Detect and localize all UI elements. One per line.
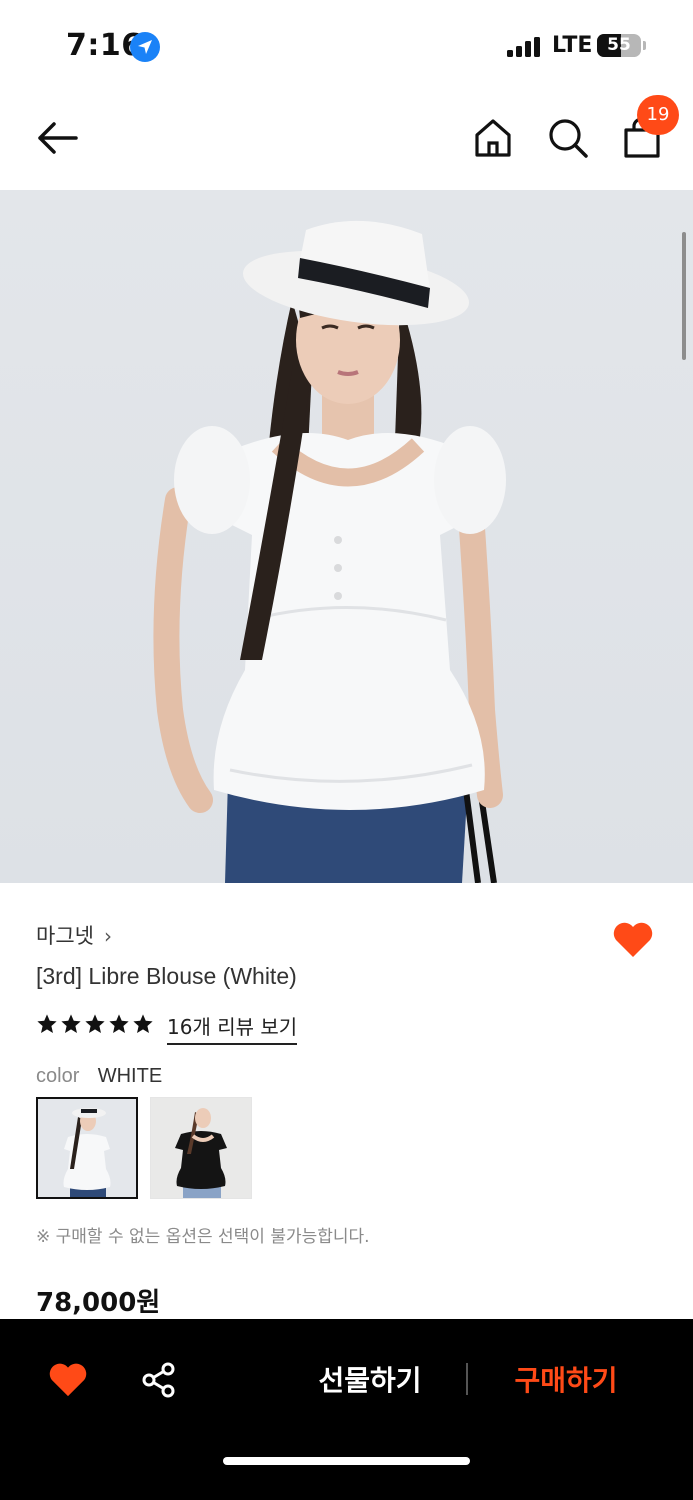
product-name: [3rd] Libre Blouse (White): [36, 963, 297, 989]
buy-button[interactable]: 구매하기: [496, 1361, 636, 1401]
heart-icon: [49, 1363, 87, 1397]
color-label: color: [36, 1065, 80, 1087]
location-arrow-icon: [130, 32, 160, 62]
option-notice: ※ 구매할 수 없는 옵션은 선택이 불가능합니다.: [36, 1227, 370, 1247]
home-button[interactable]: [472, 116, 514, 160]
search-button[interactable]: [546, 116, 590, 160]
star-icon: [61, 1014, 81, 1033]
share-button[interactable]: [140, 1361, 178, 1399]
scroll-indicator[interactable]: [682, 232, 686, 360]
star-icon: [109, 1014, 129, 1033]
divider: [466, 1363, 468, 1395]
star-icon: [37, 1014, 57, 1033]
black-blouse-thumbnail: [151, 1098, 251, 1198]
back-arrow-icon: [38, 122, 78, 154]
status-bar: 7:16 LTE 55: [0, 0, 693, 92]
brand-link[interactable]: 마그넷 ›: [36, 920, 112, 950]
star-icon: [85, 1014, 105, 1033]
battery-icon: 55: [597, 34, 641, 57]
brand-name: 마그넷: [36, 924, 94, 948]
rating-stars: [36, 1013, 154, 1035]
gift-button[interactable]: 선물하기: [300, 1361, 440, 1401]
home-indicator[interactable]: [223, 1457, 470, 1465]
color-swatch-black[interactable]: [150, 1097, 252, 1199]
signal-icon: [507, 37, 540, 57]
chevron-right-icon: ›: [103, 924, 112, 948]
heart-icon: [613, 922, 653, 957]
home-icon: [475, 119, 511, 157]
header: [0, 92, 693, 190]
product-price: 78,000원: [36, 1288, 161, 1318]
review-link[interactable]: 16개 리뷰 보기: [167, 1011, 298, 1045]
share-icon: [142, 1362, 175, 1398]
back-button[interactable]: [32, 116, 82, 160]
model-photo: [153, 220, 506, 883]
wishlist-button[interactable]: [612, 920, 654, 960]
star-icon: [133, 1014, 153, 1033]
white-blouse-thumbnail: [38, 1099, 136, 1197]
color-value: WHITE: [97, 1065, 163, 1087]
color-swatch-white[interactable]: [36, 1097, 138, 1199]
search-icon: [549, 119, 588, 158]
network-label: LTE: [552, 33, 593, 58]
bottom-action-bar: 선물하기 구매하기: [0, 1319, 693, 1500]
battery-cap: [643, 41, 646, 50]
color-row: color WHITE: [36, 1063, 162, 1088]
battery-level: 55: [607, 35, 631, 55]
bottom-wishlist-button[interactable]: [48, 1361, 88, 1399]
cart-count-badge: 19: [637, 95, 679, 135]
product-image[interactable]: [0, 190, 693, 883]
